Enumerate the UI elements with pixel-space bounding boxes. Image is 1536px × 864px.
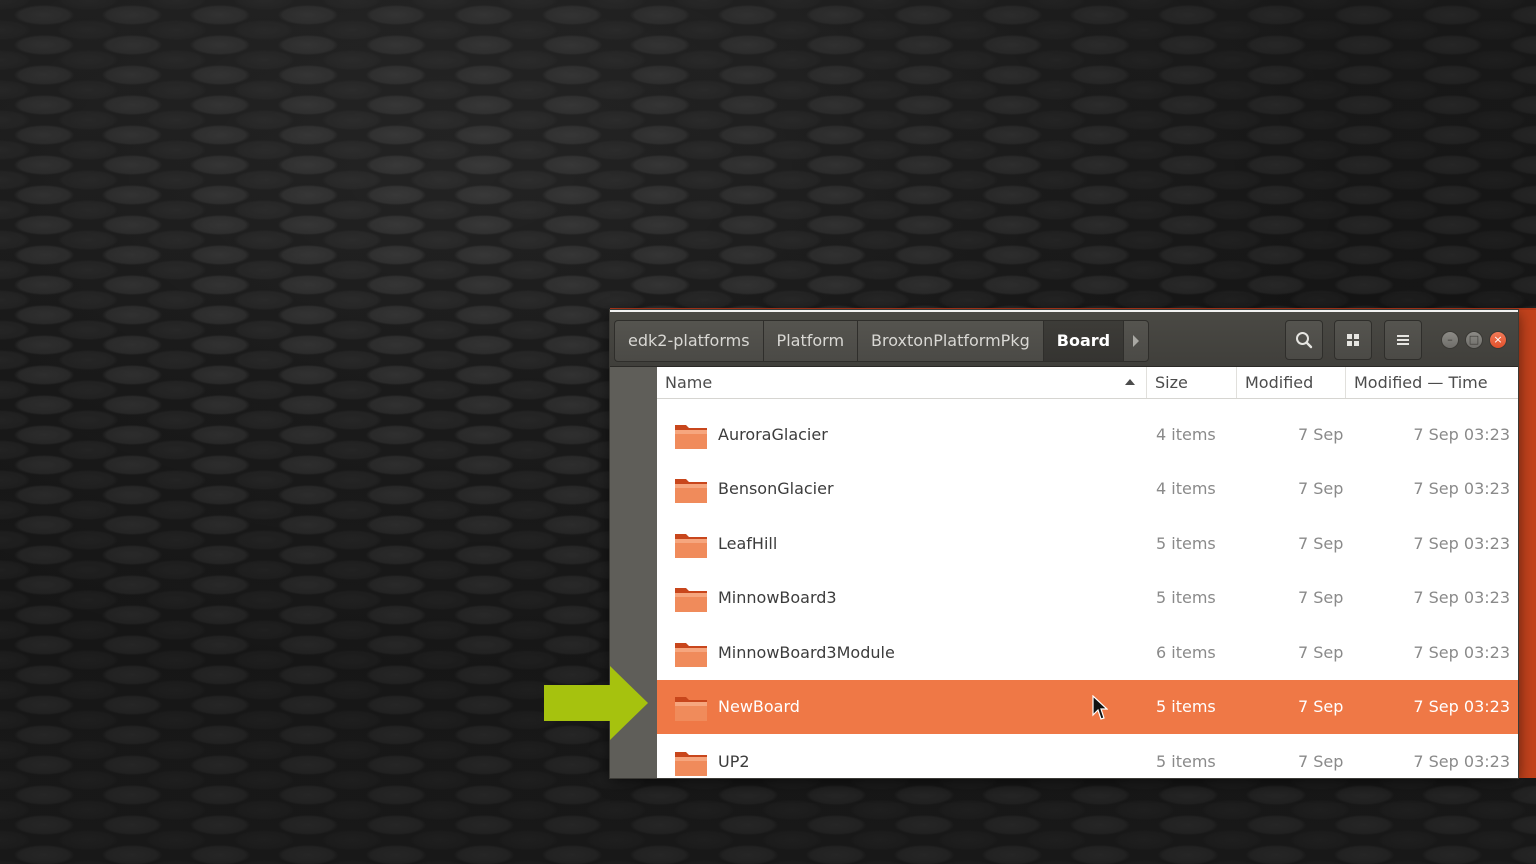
close-icon: × [1493,333,1503,346]
file-modified-time: 7 Sep 03:23 [1413,534,1510,553]
file-name: NewBoard [718,697,800,716]
file-modified: 7 Sep [1298,479,1344,498]
window-accent-strip [1518,310,1536,778]
file-size: 5 items [1156,752,1216,771]
view-toggle-button[interactable] [1334,320,1372,360]
folder-icon [675,588,707,612]
list-item[interactable]: BensonGlacier 4 items 7 Sep 7 Sep 03:23 [657,462,1518,516]
breadcrumb-edk2-platforms[interactable]: edk2-platforms [614,320,763,362]
path-bar: edk2-platforms Platform BroxtonPlatformP… [614,320,1150,362]
folder-icon [675,697,707,721]
file-modified-time: 7 Sep 03:23 [1413,588,1510,607]
file-modified-time: 7 Sep 03:23 [1413,643,1510,662]
column-name-label: Name [665,373,713,392]
highlight-arrow-icon [544,666,648,740]
grid-view-icon [1347,334,1359,346]
list-item[interactable]: LeafHill 5 items 7 Sep 7 Sep 03:23 [657,517,1518,571]
maximize-button[interactable]: □ [1465,331,1483,349]
file-name: UP2 [718,752,750,771]
folder-icon [675,752,707,776]
maximize-icon: □ [1468,333,1480,346]
folder-icon [675,643,707,667]
folder-icon [675,425,707,449]
list-item[interactable]: MinnowBoard3Module 6 items 7 Sep 7 Sep 0… [657,626,1518,680]
file-modified: 7 Sep [1298,425,1344,444]
list-item[interactable]: AuroraGlacier 4 items 7 Sep 7 Sep 03:23 [657,408,1518,462]
breadcrumb-forward-button[interactable] [1123,320,1150,362]
file-size: 4 items [1156,425,1216,444]
file-name: LeafHill [718,534,778,553]
file-modified-time: 7 Sep 03:23 [1413,697,1510,716]
mouse-pointer-icon [1092,695,1108,720]
file-modified-time: 7 Sep 03:23 [1413,752,1510,771]
file-modified-time: 7 Sep 03:23 [1413,425,1510,444]
folder-icon [675,534,707,558]
menu-button[interactable] [1384,320,1422,360]
file-modified: 7 Sep [1298,534,1344,553]
file-modified: 7 Sep [1298,643,1344,662]
file-modified: 7 Sep [1298,752,1344,771]
hamburger-menu-icon [1397,335,1409,345]
file-size: 5 items [1156,588,1216,607]
file-name: MinnowBoard3 [718,588,837,607]
breadcrumb-platform[interactable]: Platform [762,320,858,362]
close-button[interactable]: × [1489,331,1507,349]
file-modified: 7 Sep [1298,697,1344,716]
file-name: BensonGlacier [718,479,834,498]
search-button[interactable] [1285,320,1323,360]
column-header: Name Size Modified Modified — Time [657,367,1518,399]
file-modified: 7 Sep [1298,588,1344,607]
file-manager-window: edk2-platforms Platform BroxtonPlatformP… [610,310,1518,778]
breadcrumb-broxtonplatformpkg[interactable]: BroxtonPlatformPkg [857,320,1043,362]
folder-icon [675,479,707,503]
sort-ascending-icon [1125,379,1135,385]
file-size: 5 items [1156,697,1216,716]
breadcrumb-board[interactable]: Board [1042,320,1124,362]
file-list: Name Size Modified Modified — Time Auror… [657,367,1518,778]
column-modified-time[interactable]: Modified — Time [1346,367,1518,398]
minimize-icon: – [1447,333,1453,346]
column-modified[interactable]: Modified [1237,367,1346,398]
file-modified-time: 7 Sep 03:23 [1413,479,1510,498]
list-item[interactable]: UP2 5 items 7 Sep 7 Sep 03:23 [657,735,1518,778]
file-name: AuroraGlacier [718,425,828,444]
file-size: 5 items [1156,534,1216,553]
header-bar: edk2-platforms Platform BroxtonPlatformP… [610,312,1518,367]
list-item[interactable]: MinnowBoard3 5 items 7 Sep 7 Sep 03:23 [657,571,1518,625]
column-size[interactable]: Size [1147,367,1237,398]
file-size: 6 items [1156,643,1216,662]
column-name[interactable]: Name [657,367,1147,398]
list-item-selected[interactable]: NewBoard 5 items 7 Sep 7 Sep 03:23 [657,680,1518,734]
file-size: 4 items [1156,479,1216,498]
minimize-button[interactable]: – [1441,331,1459,349]
file-name: MinnowBoard3Module [718,643,895,662]
search-icon [1296,332,1313,349]
